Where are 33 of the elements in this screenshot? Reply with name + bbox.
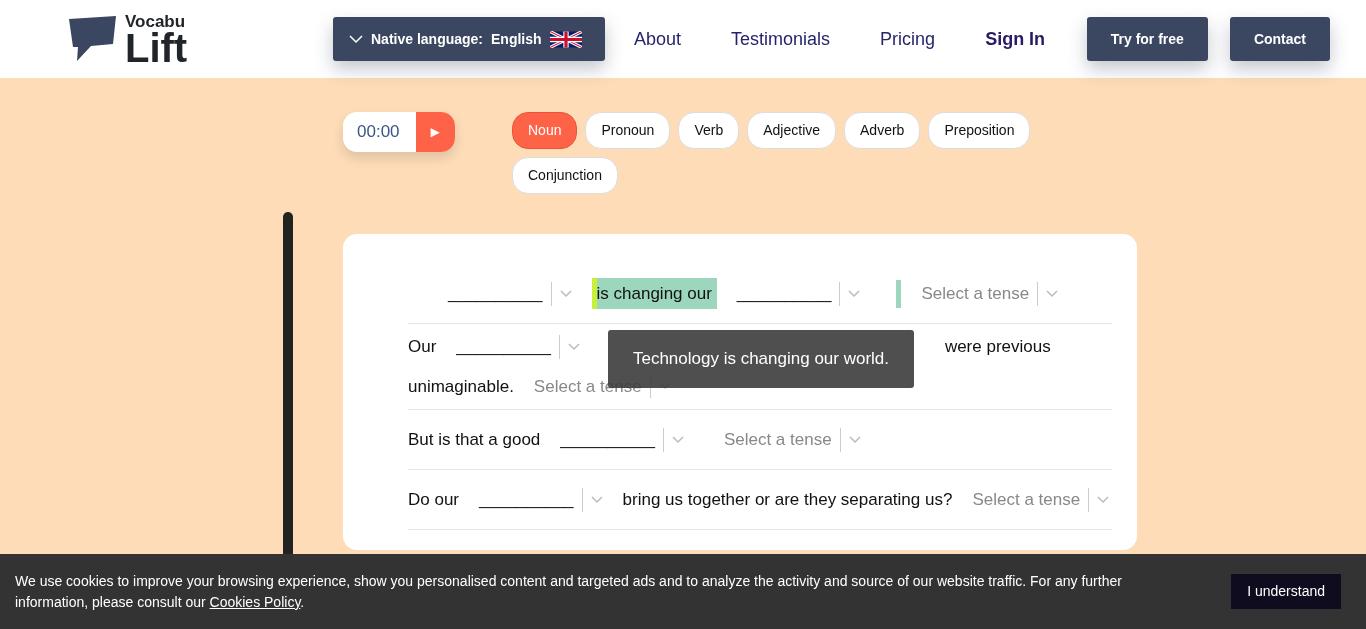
nav-link[interactable]: Sign In	[985, 25, 1046, 53]
word-select[interactable]: __________	[540, 426, 704, 453]
word-select[interactable]: __________	[459, 486, 623, 513]
accept-cookies-button[interactable]: I understand	[1231, 574, 1341, 609]
logo-text: Lift	[125, 29, 188, 66]
tense-select[interactable]: Select a tense	[952, 486, 1110, 513]
word-class-tab[interactable]: Preposition	[928, 112, 1031, 149]
sentence-text: Do our	[408, 488, 460, 511]
word-select[interactable]: __________	[436, 334, 600, 360]
word-class-tab[interactable]: Conjunction	[512, 157, 618, 194]
sentence-text: were previous	[944, 336, 1051, 358]
word-class-tab[interactable]: Adverb	[844, 112, 921, 149]
sentence-text: unimaginable.	[408, 375, 514, 398]
highlighted-text: is changing our	[591, 277, 717, 310]
header-button[interactable]: Try for free	[1086, 17, 1208, 61]
word-class-tab[interactable]: Verb	[678, 112, 740, 149]
logo-text: Vocabu	[125, 12, 187, 30]
tense-select[interactable]: Select a tense	[901, 280, 1059, 307]
header-button[interactable]: Contact	[1229, 17, 1330, 61]
nav-link[interactable]: Pricing	[880, 25, 936, 53]
sentence-text: bring us together or are they separating us?	[622, 488, 953, 511]
word-class-tab[interactable]: Pronoun	[585, 112, 671, 149]
word-select[interactable]: __________	[428, 280, 592, 307]
timer-text: 00:00	[356, 121, 401, 143]
nav-link[interactable]: About	[634, 25, 682, 53]
tense-select[interactable]: Select a tense	[703, 426, 861, 453]
word-select[interactable]: __________	[716, 280, 881, 307]
word-class-tab[interactable]: Adjective	[747, 112, 837, 149]
sentence-text: But is that a good	[408, 428, 541, 451]
sentence-text: Our	[408, 336, 437, 358]
nav-link[interactable]: Testimonials	[731, 25, 831, 53]
native-language-dropdown[interactable]: Native language: English	[333, 17, 605, 61]
cookie-message: We use cookies to improve your browsing experience, show you personalised content and targeted ads and to analyze the activity and source of our website traffic. For any further information, please consult our Cookies Policy.	[15, 571, 1123, 612]
